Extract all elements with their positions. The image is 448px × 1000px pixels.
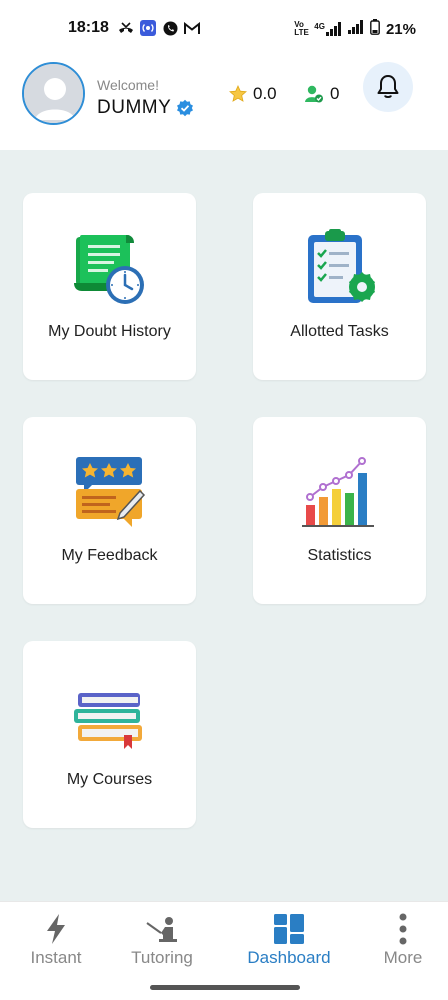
avatar-placeholder-icon: [24, 64, 83, 123]
missed-call-icon: [118, 20, 134, 36]
whatsapp-icon: [162, 20, 178, 36]
dashboard-grid: My Doubt History Allotted Tasks My Feedb…: [0, 150, 448, 901]
connections-stat: 0: [304, 84, 339, 104]
more-vertical-icon: [386, 912, 420, 946]
welcome-text: Welcome!: [97, 77, 159, 93]
feedback-icon: [70, 453, 150, 533]
broadcast-icon: [140, 20, 156, 36]
lightning-icon: [39, 912, 73, 946]
username: DUMMY: [97, 97, 172, 118]
battery-percent: 21%: [385, 20, 416, 38]
card-label: Allotted Tasks: [290, 323, 389, 340]
nav-more[interactable]: More: [347, 902, 448, 982]
nav-label: Tutoring: [131, 948, 193, 967]
home-indicator[interactable]: [150, 985, 300, 990]
nav-tutoring[interactable]: Tutoring: [106, 902, 218, 982]
card-courses[interactable]: My Courses: [23, 641, 196, 828]
statistics-chart-icon: [300, 453, 380, 533]
card-label: My Doubt History: [48, 323, 171, 340]
notifications-button[interactable]: [363, 62, 413, 112]
card-feedback[interactable]: My Feedback: [23, 417, 196, 604]
status-time: 18:18: [68, 19, 109, 36]
clipboard-tasks-icon: [300, 229, 380, 309]
nav-dashboard[interactable]: Dashboard: [233, 902, 345, 982]
nav-label: Instant: [30, 948, 82, 967]
status-system-icons: Vo LTE 4G 21%: [294, 19, 416, 39]
card-doubt-history[interactable]: My Doubt History: [23, 193, 196, 380]
connections-value: 0: [330, 84, 340, 103]
doubt-history-icon: [70, 229, 150, 309]
nav-instant[interactable]: Instant: [0, 902, 112, 982]
card-allotted-tasks[interactable]: Allotted Tasks: [253, 193, 426, 380]
card-label: My Feedback: [61, 547, 158, 564]
card-label: My Courses: [66, 771, 153, 788]
network-badge: 4G: [314, 22, 325, 31]
status-notification-icons: [118, 20, 200, 36]
battery-icon: [370, 19, 380, 39]
dashboard-grid-icon: [272, 912, 306, 946]
books-icon: [70, 677, 150, 757]
signal-icon: [347, 20, 364, 38]
card-statistics[interactable]: Statistics: [253, 417, 426, 604]
avatar[interactable]: [22, 62, 85, 125]
nav-label: More: [383, 948, 423, 967]
signal-4g-icon: 4G: [314, 22, 342, 36]
bell-icon: [377, 75, 399, 98]
gmail-icon: [184, 20, 200, 36]
verified-badge-icon: [176, 99, 194, 117]
volte-icon: Vo LTE: [294, 20, 309, 37]
star-icon: [229, 85, 247, 102]
user-check-icon: [305, 85, 323, 103]
card-label: Statistics: [307, 547, 372, 564]
status-bar: 18:18 Vo LTE 4G 21%: [0, 0, 448, 56]
tutor-icon: [145, 912, 179, 946]
profile-header: Welcome! DUMMY 0.0 0: [0, 56, 448, 150]
rating-value: 0.0: [253, 84, 277, 103]
rating-stat: 0.0: [229, 84, 277, 104]
nav-label: Dashboard: [247, 948, 331, 967]
